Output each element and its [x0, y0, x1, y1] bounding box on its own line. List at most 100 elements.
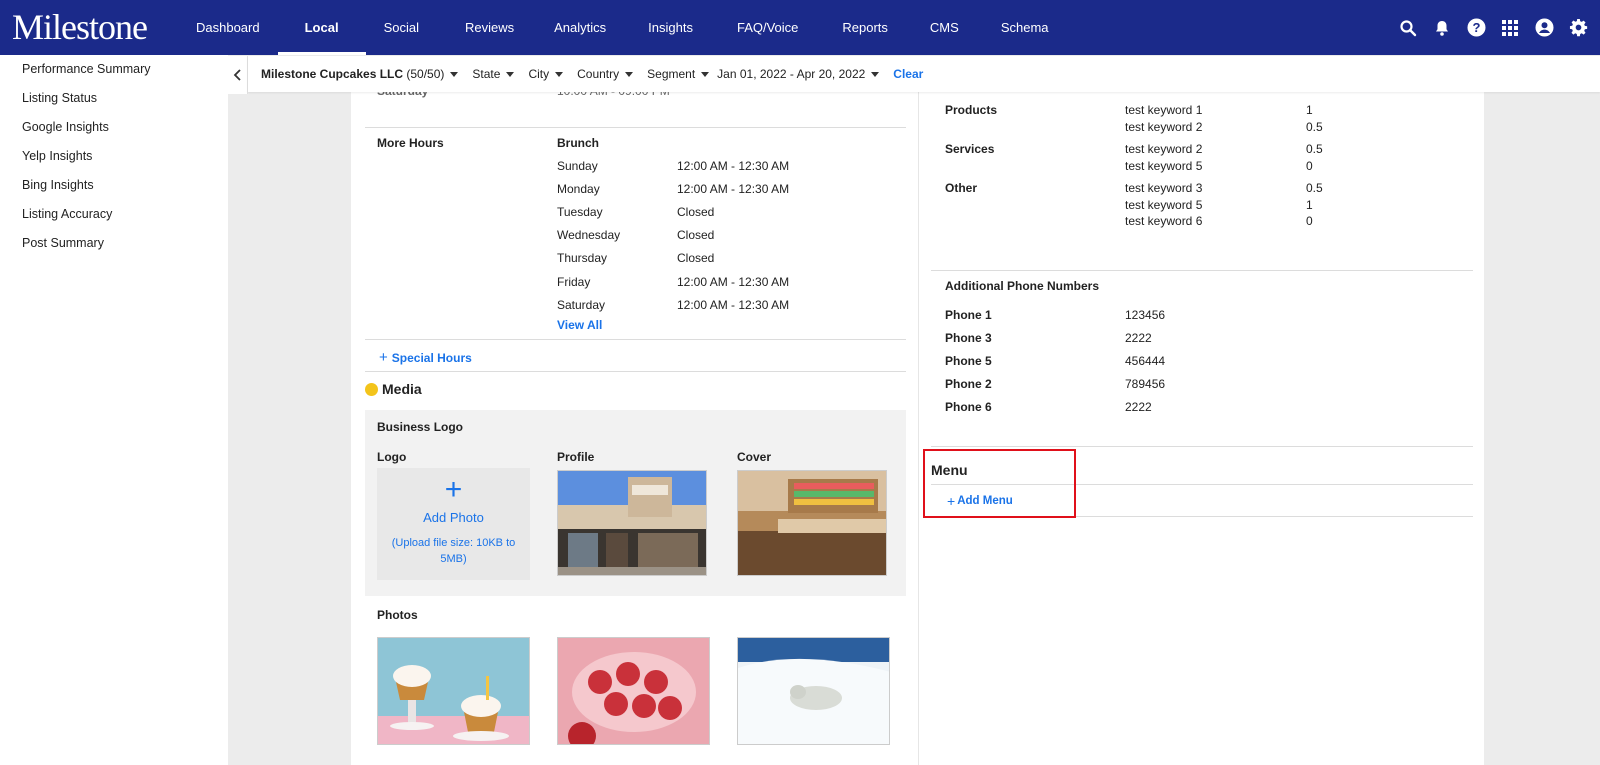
tab-reports[interactable]: Reports — [828, 0, 916, 55]
hours-row: Monday 12:00 AM - 12:30 AM — [557, 177, 897, 200]
sidebar-item-google-insights[interactable]: Google Insights — [0, 112, 228, 141]
sidebar-item-yelp-insights[interactable]: Yelp Insights — [0, 141, 228, 170]
hours-time: 12:00 AM - 12:30 AM — [677, 158, 790, 173]
hours-day: Sunday — [557, 158, 598, 173]
brunch-hours-list: Sunday 12:00 AM - 12:30 AM Monday 12:00 AM… — [557, 154, 897, 316]
hours-row: Thursday Closed — [557, 247, 897, 270]
keyword-group-label: Products — [945, 103, 998, 117]
chevron-down-icon — [701, 71, 710, 77]
add-logo-photo-button[interactable]: + Add Photo (Upload file size: 10KB to 5… — [377, 468, 530, 580]
sidebar-item-bing-insights[interactable]: Bing Insights — [0, 170, 228, 199]
country-filter-dropdown[interactable]: Country — [577, 67, 634, 81]
keyword-row: test keyword 5 0 — [1125, 159, 1323, 176]
plus-icon: + — [444, 473, 463, 506]
view-all-hours-link[interactable]: View All — [557, 318, 602, 332]
clear-filters-link[interactable]: Clear — [893, 67, 923, 81]
phone-numbers-list: Phone 1 123456 Phone 3 2222 Phone 5 456444 … — [945, 303, 1345, 419]
nav-icon-group: ? — [1398, 0, 1588, 55]
date-range-dropdown[interactable]: Jan 01, 2022 - Apr 20, 2022 — [717, 67, 880, 81]
hours-day: Saturday — [557, 297, 606, 312]
upload-size-hint: (Upload file size: 10KB to 5MB) — [391, 537, 516, 565]
keyword-group-items: test keyword 1 1 test keyword 2 0.5 — [1125, 103, 1323, 136]
listing-details-right-panel: Products test keyword 1 1 test keyword 2 0… — [918, 92, 1484, 765]
hours-day: Thursday — [557, 251, 608, 266]
bell-icon[interactable] — [1432, 18, 1452, 38]
more-hours-label: More Hours — [377, 136, 444, 150]
additional-phones-title: Additional Phone Numbers — [945, 279, 1100, 293]
collapse-sidebar-button[interactable] — [228, 56, 248, 94]
hours-time: 12:00 AM - 12:30 AM — [677, 181, 790, 196]
date-range-label: Jan 01, 2022 - Apr 20, 2022 — [717, 67, 866, 81]
hours-day: Friday — [557, 274, 591, 289]
sidebar-item-listing-status[interactable]: Listing Status — [0, 83, 228, 112]
add-special-hours-button[interactable]: + Special Hours — [379, 349, 472, 366]
business-name: Milestone Cupcakes LLC — [261, 67, 404, 81]
photo-cupcakes[interactable] — [377, 637, 530, 745]
keyword-row: test keyword 5 1 — [1125, 198, 1323, 215]
keyword-group: Services test keyword 2 0.5 test keyword … — [945, 142, 1465, 175]
photo-snow-animal[interactable] — [737, 637, 890, 745]
phone-value: 789456 — [1125, 377, 1166, 392]
tab-insights[interactable]: Insights — [632, 0, 723, 55]
help-icon[interactable]: ? — [1466, 18, 1486, 38]
business-count: (50/50) — [406, 67, 445, 81]
search-icon[interactable] — [1398, 18, 1418, 38]
tab-schema[interactable]: Schema — [987, 0, 1067, 55]
divider — [931, 270, 1473, 271]
tab-dashboard[interactable]: Dashboard — [176, 0, 278, 55]
keyword-group: Products test keyword 1 1 test keyword 2 0… — [945, 103, 1465, 136]
divider — [365, 339, 906, 340]
keyword-row: test keyword 2 0.5 — [1125, 120, 1323, 137]
hours-day: Tuesday — [557, 204, 603, 219]
business-logo-box: Business Logo Logo Profile Cover + Add P… — [365, 410, 906, 596]
sidebar-item-post-summary[interactable]: Post Summary — [0, 228, 228, 257]
divider — [365, 127, 906, 128]
city-filter-label: City — [528, 67, 550, 81]
city-filter-dropdown[interactable]: City — [528, 67, 564, 81]
apps-grid-icon[interactable] — [1500, 18, 1520, 38]
listing-details-left-panel: Saturday 10:00 AM - 09:00 PM More Hours … — [351, 92, 918, 765]
phone-row: Phone 3 2222 — [945, 326, 1345, 349]
hours-day: Monday — [557, 181, 600, 196]
hours-row: Saturday 12:00 AM - 12:30 AM — [557, 293, 897, 316]
keyword-score: 0.5 — [1306, 119, 1323, 134]
keyword-row: test keyword 1 1 — [1125, 103, 1323, 120]
state-filter-dropdown[interactable]: State — [472, 67, 515, 81]
tab-analytics[interactable]: Analytics — [540, 0, 632, 55]
cover-image[interactable] — [737, 470, 887, 576]
tab-local[interactable]: Local — [277, 0, 366, 55]
keyword-score: 0.5 — [1306, 142, 1323, 156]
sidebar-item-performance-summary[interactable]: Performance Summary — [0, 55, 228, 83]
hours-row: Sunday 12:00 AM - 12:30 AM — [557, 154, 897, 177]
keyword-name: test keyword 6 — [1125, 214, 1203, 228]
account-icon[interactable] — [1534, 18, 1554, 38]
keyword-group-items: test keyword 2 0.5 test keyword 5 0 — [1125, 142, 1323, 175]
photos-label: Photos — [377, 608, 418, 622]
segment-filter-dropdown[interactable]: Segment — [647, 67, 710, 81]
keyword-score: 1 — [1306, 197, 1313, 212]
business-filter-dropdown[interactable]: Milestone Cupcakes LLC (50/50) — [261, 67, 459, 81]
photo-ladybug-cupcakes[interactable] — [557, 637, 710, 745]
profile-label: Profile — [557, 450, 595, 464]
profile-image[interactable] — [557, 470, 707, 576]
tab-reviews[interactable]: Reviews — [447, 0, 540, 55]
divider — [931, 446, 1473, 447]
main-nav-tabs: Dashboard Local Social Reviews Analytics… — [176, 0, 1067, 55]
hours-row: Wednesday Closed — [557, 224, 897, 247]
gear-icon[interactable] — [1568, 18, 1588, 38]
divider — [365, 371, 906, 372]
hours-row: Tuesday Closed — [557, 200, 897, 223]
tab-faq-voice[interactable]: FAQ/Voice — [723, 0, 828, 55]
country-filter-label: Country — [577, 67, 620, 81]
chevron-down-icon — [506, 71, 515, 77]
phone-label: Phone 3 — [945, 330, 992, 345]
media-section-title: Media — [382, 381, 422, 397]
add-photo-label: Add Photo — [423, 510, 484, 525]
sidebar-item-listing-accuracy[interactable]: Listing Accuracy — [0, 199, 228, 228]
phone-label: Phone 2 — [945, 377, 992, 392]
hours-time: Closed — [677, 204, 715, 219]
milestone-logo[interactable]: Milestone — [12, 6, 148, 48]
brunch-hours-title: Brunch — [557, 136, 599, 150]
tab-social[interactable]: Social — [366, 0, 447, 55]
tab-cms[interactable]: CMS — [916, 0, 987, 55]
